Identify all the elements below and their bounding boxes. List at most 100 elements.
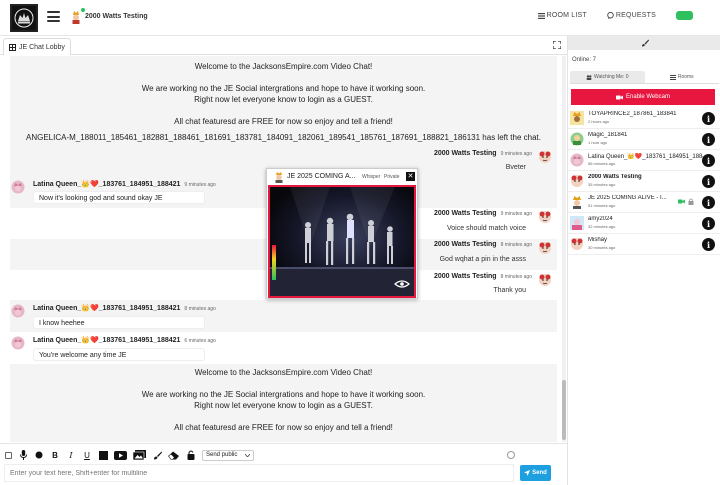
system-message-block: Welcome to the JacksonsEmpire.com Video … [10,364,557,442]
chat-scrollbar-thumb[interactable] [562,380,566,440]
users-icon [586,74,592,80]
user-list-item[interactable]: 2000 Watts Testing 35 minutes ago i [568,171,720,192]
system-line: All chat featuresd are FREE for now so e… [174,423,393,432]
message-author: 2000 Watts Testing 8 minutes ago [433,273,532,280]
microphone-icon[interactable] [18,450,28,460]
send-label: Send [532,470,547,476]
user-avatar[interactable] [538,273,552,287]
system-line: Welcome to the JacksonsEmpire.com Video … [194,368,373,377]
left-chat-notice: ANGELICA-M_188011_185461_182881_188461_1… [26,133,541,142]
enable-webcam-button[interactable]: Enable Webcam [571,89,715,105]
info-icon: i [706,218,711,229]
webcam-label: Enable Webcam [626,94,670,100]
info-icon: i [706,134,711,145]
room-name: 2000 Watts Testing [85,13,148,20]
brush-icon [641,39,649,47]
user-list-item[interactable]: Mishay 30 minutes ago i [568,234,720,255]
underline-icon[interactable]: U [82,450,92,460]
user-list-item[interactable]: TOYAPRINCE2_187861_183841 2 hours ago i [568,108,720,129]
private-link[interactable]: Private [384,174,400,180]
video-popup[interactable]: JE 2025 COMING A... Whisper Private ✕ [266,168,418,299]
tab-je-chat-lobby[interactable]: JE Chat Lobby [3,38,71,55]
user-time: 35 minutes ago [588,182,616,187]
crown-logo-icon [14,8,34,28]
user-avatar[interactable] [538,150,552,164]
bold-icon[interactable]: B [50,450,60,460]
users-sidebar: Online: 7 Watching Me: 0 Rooms Enable We… [567,36,720,485]
system-line: Right now let everyone know to login as … [194,95,373,104]
italic-icon[interactable]: I [66,450,76,460]
message-input[interactable] [4,464,514,482]
video-popup-header[interactable]: JE 2025 COMING A... Whisper Private ✕ [267,169,417,184]
fullscreen-icon[interactable] [553,41,561,49]
user-avatar[interactable] [538,241,552,255]
sidebar-tabs: Watching Me: 0 Rooms [570,71,719,84]
user-name: amy2024 [588,216,613,222]
user-info-button[interactable]: i [702,154,715,167]
whisper-link[interactable]: Whisper [362,174,380,180]
message-author: 2000 Watts Testing 8 minutes ago [433,241,532,248]
site-logo[interactable] [10,4,38,32]
chat-tab-bar: JE Chat Lobby [0,36,567,55]
video-popup-title: JE 2025 COMING A... [287,173,356,180]
record-icon[interactable] [34,450,44,460]
user-time: 32 minutes ago [588,224,616,229]
menu-icon[interactable] [47,11,60,22]
user-name: TOYAPRINCE2_187861_183841 [588,111,677,117]
user-avatar [570,111,584,125]
requests-button[interactable]: REQUESTS [607,12,656,19]
user-info-button[interactable]: i [702,112,715,125]
camera-icon [616,95,624,99]
user-time: 56 minutes ago [588,161,616,166]
system-message-block: Welcome to the JacksonsEmpire.com Video … [10,56,557,150]
status-toggle[interactable] [676,11,693,20]
brush-icon[interactable] [152,450,162,460]
user-info-button[interactable]: i [702,133,715,146]
info-icon: i [706,113,711,124]
user-avatar[interactable] [11,304,25,318]
chat-message: Latina Queen_👑❤️_183761_184951_188421 6 m… [10,332,557,364]
emoji-icon[interactable] [507,451,515,459]
video-frame [270,187,414,296]
room-list-button[interactable]: ROOM LIST [537,12,587,19]
user-name: 2000 Watts Testing [588,174,642,180]
list-icon [537,12,545,19]
user-list-item[interactable]: Latina Queen_👑❤️_183761_184951_188421 56… [568,150,720,171]
user-info-button[interactable]: i [702,175,715,188]
tab-rooms[interactable]: Rooms [645,71,720,83]
eraser-icon[interactable] [168,450,180,460]
message-text: Thank you [493,287,526,294]
color-swatch-icon[interactable] [98,450,108,460]
send-mode-value: Send public [206,452,238,458]
theme-bar[interactable] [568,36,720,50]
message-text: Now it's looking god and sound okay JE [33,191,205,204]
user-list-item[interactable]: JE 2025 COMING ALIVE - I... 51 minutes a… [568,192,720,213]
user-info-button[interactable]: i [702,238,715,251]
lock-icon [688,198,694,205]
tab-watching-me[interactable]: Watching Me: 0 [570,71,645,83]
lobby-icon [9,43,16,51]
chat-message: Latina Queen_👑❤️_183761_184951_188421 8 m… [10,300,557,332]
message-text: Voice should match voice [447,225,526,232]
user-avatar[interactable] [11,336,25,350]
close-button[interactable]: ✕ [406,172,415,181]
user-info-button[interactable]: i [702,217,715,230]
user-avatar[interactable] [11,180,25,194]
user-avatar [573,196,581,209]
user-list-item[interactable]: Magic_181841 1 hour ago i [568,129,720,150]
lock-icon[interactable] [186,450,196,460]
user-avatar[interactable] [538,210,552,224]
video-stream[interactable] [268,185,416,298]
send-mode-select[interactable]: Send public [202,449,255,461]
image-icon[interactable] [133,450,146,460]
options-checkbox[interactable] [5,451,12,459]
user-time: 51 minutes ago [588,203,616,208]
youtube-icon[interactable] [114,450,127,460]
user-avatar [570,132,584,146]
send-button[interactable]: Send [520,465,551,481]
tab-watching-label: Watching Me: 0 [593,74,629,80]
user-info-button[interactable]: i [702,196,715,209]
message-composer: B I U Send public Send [0,443,567,485]
user-list-item[interactable]: amy2024 32 minutes ago i [568,213,720,234]
user-time: 1 hour ago [588,140,608,145]
